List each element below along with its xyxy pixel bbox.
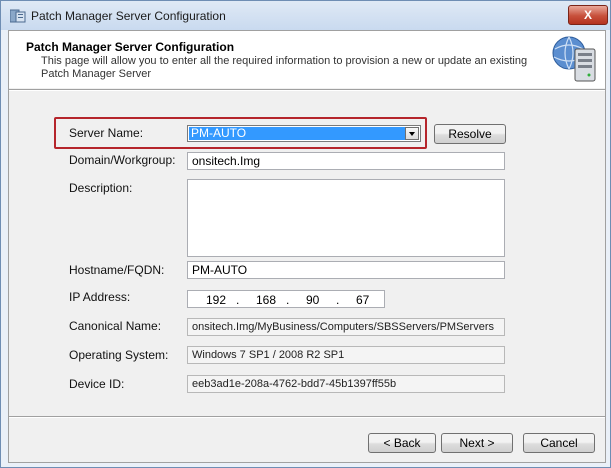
domain-input[interactable]: onsitech.Img [187,152,505,170]
canonical-name-label: Canonical Name: [69,319,162,333]
ip-octet-3: 90 [306,293,320,307]
canonical-name-field: onsitech.Img/MyBusiness/Computers/SBSSer… [187,318,505,336]
resolve-button[interactable]: Resolve [434,124,506,144]
wizard-page: Patch Manager Server Configuration This … [8,30,606,463]
chevron-down-icon[interactable] [405,127,419,140]
close-icon: X [583,8,592,22]
next-button[interactable]: Next > [441,433,513,453]
ip-octet-2: 168 [256,293,277,307]
ip-dot-2: . [286,293,290,307]
ip-address-label: IP Address: [69,290,131,304]
server-app-icon [10,9,26,23]
ip-address-input[interactable]: 192 . 168 . 90 . 67 [187,290,385,308]
ip-octet-4: 67 [356,293,370,307]
window-title: Patch Manager Server Configuration [31,9,226,23]
cancel-button[interactable]: Cancel [523,433,595,453]
server-name-value: PM-AUTO [189,127,405,140]
cancel-button-label: Cancel [540,436,578,450]
description-textarea[interactable] [187,179,505,257]
dialog-window: Patch Manager Server Configuration X Pat… [0,0,611,468]
back-button[interactable]: < Back [368,433,436,453]
description-label: Description: [69,181,133,195]
operating-system-label: Operating System: [69,348,169,362]
hostname-input[interactable]: PM-AUTO [187,261,505,279]
footer-divider [9,416,605,418]
next-button-label: Next > [459,436,495,450]
title-bar[interactable]: Patch Manager Server Configuration X [1,1,610,30]
page-description: This page will allow you to enter all th… [41,55,528,80]
page-header: Patch Manager Server Configuration This … [9,31,605,88]
page-title: Patch Manager Server Configuration [26,40,235,54]
device-id-field: eeb3ad1e-208a-4762-bdd7-45b1397ff55b [187,375,505,393]
server-globe-icon [552,36,596,82]
back-button-label: < Back [383,436,421,450]
operating-system-field: Windows 7 SP1 / 2008 R2 SP1 [187,346,505,364]
server-name-combo[interactable]: PM-AUTO [187,125,421,142]
device-id-label: Device ID: [69,377,125,391]
ip-dot-3: . [336,293,340,307]
header-divider [9,89,605,91]
server-name-label: Server Name: [69,126,144,140]
hostname-label: Hostname/FQDN: [69,263,165,277]
ip-octet-1: 192 [206,293,227,307]
domain-label: Domain/Workgroup: [69,153,176,167]
close-button[interactable]: X [568,5,608,25]
resolve-button-label: Resolve [448,127,492,141]
ip-dot-1: . [236,293,240,307]
